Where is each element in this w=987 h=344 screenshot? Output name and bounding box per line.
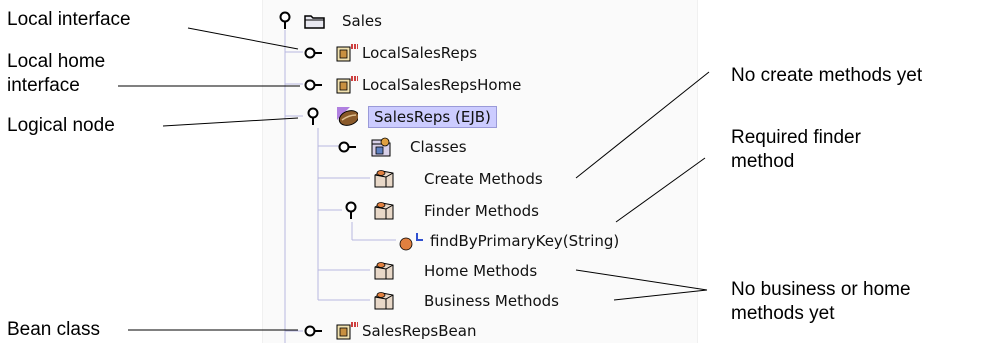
callout-local-home-interface-line1: Local home [7, 51, 106, 72]
callout-no-business-line2: methods yet [731, 303, 835, 324]
callout-local-interface: Local interface [7, 9, 131, 30]
tree-node-label: SalesRepsBean [362, 322, 477, 340]
tree-node-business-methods[interactable]: Business Methods [372, 288, 559, 314]
tree-node-finder-methods[interactable]: Finder Methods [340, 198, 539, 224]
tree-node-sales[interactable]: Sales [274, 8, 382, 34]
method-group-icon [372, 200, 394, 222]
tree-node-label: Home Methods [424, 262, 538, 280]
tree-node-label: Business Methods [424, 292, 559, 310]
callout-required-finder-line1: Required finder [731, 127, 861, 148]
tree-node-find-by-primary-key[interactable]: findByPrimaryKey(String) [398, 228, 619, 254]
tree-node-label: LocalSalesRepsHome [362, 76, 522, 94]
tree-node-label: Finder Methods [424, 202, 539, 220]
tree-node-create-methods[interactable]: Create Methods [372, 166, 543, 192]
tree-node-classes[interactable]: Classes [338, 134, 467, 160]
method-icon [398, 230, 428, 252]
callout-required-finder-line2: method [731, 151, 795, 172]
method-group-icon [372, 260, 394, 282]
collapsed-handle-icon[interactable] [304, 320, 326, 342]
method-group-icon [372, 168, 394, 190]
tree-node-label: LocalSalesReps [362, 44, 478, 62]
collapsed-handle-icon[interactable] [304, 74, 326, 96]
callout-bean-class: Bean class [7, 319, 100, 340]
callout-logical-node: Logical node [7, 115, 115, 136]
tree-node-sales-reps-bean[interactable]: SalesRepsBean [304, 318, 476, 344]
tree-node-label: Sales [342, 12, 382, 30]
expanded-handle-icon[interactable] [302, 106, 324, 128]
class-icon [336, 320, 358, 342]
tree-node-home-methods[interactable]: Home Methods [372, 258, 537, 284]
tree-node-local-sales-reps-home[interactable]: LocalSalesRepsHome [304, 72, 521, 98]
interface-icon [336, 42, 358, 64]
expanded-handle-icon[interactable] [274, 10, 296, 32]
method-group-icon [372, 290, 394, 312]
collapsed-handle-icon[interactable] [338, 136, 360, 158]
tree-node-label: Classes [410, 138, 467, 156]
tree-node-label: findByPrimaryKey(String) [430, 232, 620, 250]
classes-icon [370, 136, 392, 158]
collapsed-handle-icon[interactable] [304, 42, 326, 64]
tree-node-label: Create Methods [424, 170, 543, 188]
tree-node-label-selected: SalesReps (EJB) [368, 106, 497, 128]
callout-local-home-interface-line2: interface [7, 75, 80, 96]
tree-node-sales-reps-ejb[interactable]: SalesReps (EJB) [302, 104, 497, 130]
callout-no-create-methods: No create methods yet [731, 65, 923, 86]
interface-icon [336, 74, 358, 96]
bean-icon [336, 106, 358, 128]
expanded-handle-icon[interactable] [340, 200, 362, 222]
tree-node-local-sales-reps[interactable]: LocalSalesReps [304, 40, 477, 66]
folder-icon [304, 10, 326, 32]
callout-no-business-line1: No business or home [731, 279, 911, 300]
